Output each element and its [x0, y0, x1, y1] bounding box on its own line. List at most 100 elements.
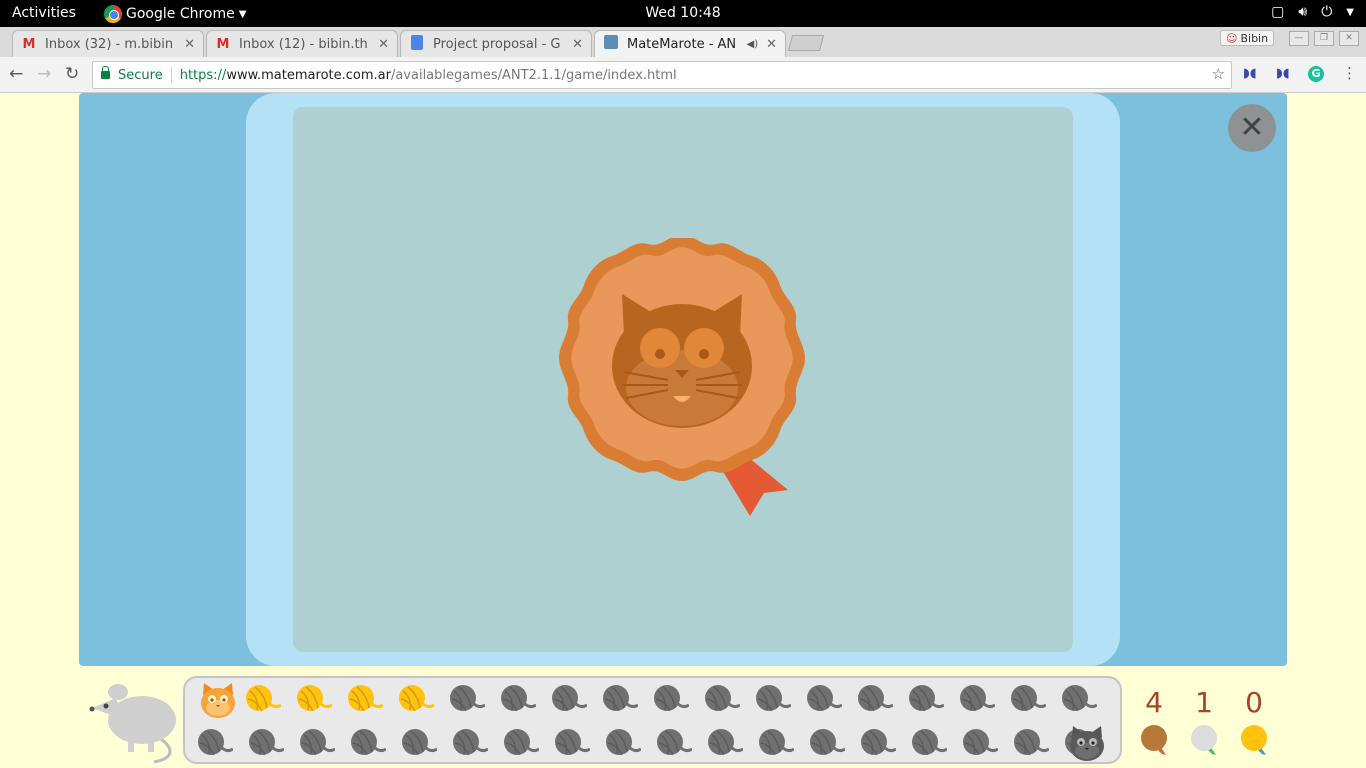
url-host: www.matemarote.com.ar [226, 67, 391, 83]
yarn-ball-icon [552, 685, 587, 712]
progress-row-top [245, 683, 1097, 715]
yarn-ball-icon [657, 729, 692, 756]
yarn-ball-icon [603, 685, 638, 712]
back-icon[interactable]: ← [9, 64, 23, 84]
dark-cat-icon [1070, 726, 1104, 761]
window-icon: ▢ [1271, 4, 1285, 20]
profile-icon: ☺ [1226, 31, 1238, 45]
app-menu-label: Google Chrome [126, 6, 235, 22]
tab-title: Inbox (12) - bibin.th [239, 36, 368, 52]
yarn-ball-icon [1011, 685, 1046, 712]
system-tray[interactable]: ▢ 🔊︎ ⏻ ▼ [1271, 4, 1354, 20]
progress-track [183, 676, 1122, 764]
yarn-ball-collected-icon [348, 685, 383, 712]
yarn-ball-icon [858, 685, 893, 712]
bookmark-star-icon[interactable]: ☆ [1212, 65, 1225, 83]
yarn-ball-icon [654, 685, 689, 712]
lock-icon [101, 66, 110, 79]
profile-name: Bibin [1240, 31, 1269, 45]
system-top-bar: Activities Google Chrome ▼ Wed 10:48 ▢ 🔊… [0, 0, 1366, 27]
yarn-ball-icon [450, 685, 485, 712]
secure-label: Secure [118, 67, 163, 83]
close-icon[interactable]: ✕ [766, 37, 777, 52]
close-icon: ✕ [1239, 110, 1265, 145]
yarn-ball-icon [198, 729, 233, 756]
gold-medal-icon [1241, 725, 1267, 755]
yarn-ball-icon [960, 685, 995, 712]
gmail-icon: M [22, 36, 36, 52]
close-icon[interactable]: ✕ [378, 37, 389, 52]
tab-title: Inbox (32) - m.bibin [45, 36, 174, 52]
audio-icon[interactable]: ◀︎) [747, 39, 759, 50]
power-icon: ⏻ [1321, 4, 1333, 20]
profile-button[interactable]: ☺ Bibin [1220, 30, 1275, 46]
chevron-down-icon: ▼ [1346, 7, 1354, 18]
yarn-ball-icon [1014, 729, 1049, 756]
bronze-count: 4 [1145, 686, 1163, 719]
close-window-button[interactable]: ✕ [1339, 31, 1359, 46]
yarn-ball-icon [300, 729, 335, 756]
tab-inbox-2[interactable]: M Inbox (12) - bibin.th ✕ [206, 30, 398, 57]
yarn-ball-icon [402, 729, 437, 756]
close-icon[interactable]: ✕ [572, 37, 583, 52]
yarn-ball-icon [759, 729, 794, 756]
more-menu-icon[interactable]: ⋮ [1342, 64, 1357, 82]
docs-icon [409, 34, 425, 54]
yarn-ball-icon [861, 729, 896, 756]
url-scheme: https:// [179, 67, 227, 83]
yarn-ball-icon [909, 685, 944, 712]
close-game-button[interactable]: ✕ [1228, 104, 1276, 152]
chevron-down-icon: ▼ [238, 8, 247, 20]
reload-icon[interactable]: ↻ [65, 64, 79, 84]
browser-toolbar: ← → ↻ Secure https:// www.matemarote.com… [0, 57, 1366, 93]
new-tab-button[interactable] [787, 35, 825, 51]
tab-title: MateMarote - AN [627, 36, 737, 52]
yarn-ball-icon [912, 729, 947, 756]
progress-row-bottom [197, 727, 1100, 759]
minimize-button[interactable]: — [1289, 31, 1309, 46]
bronze-medal-icon [1141, 725, 1167, 755]
gold-count: 0 [1245, 686, 1263, 719]
yarn-ball-collected-icon [399, 685, 434, 712]
activities-button[interactable]: Activities [12, 5, 76, 21]
grammarly-icon[interactable]: G [1308, 66, 1324, 82]
address-bar[interactable]: Secure https:// www.matemarote.com.ar /a… [92, 61, 1232, 89]
mouse-icon [89, 684, 176, 764]
maximize-button[interactable]: ❐ [1314, 31, 1334, 46]
yarn-ball-icon [705, 685, 740, 712]
bronze-medal-cat-icon [559, 238, 805, 516]
yarn-ball-icon [501, 685, 536, 712]
close-icon[interactable]: ✕ [184, 37, 195, 52]
tab-title: Project proposal - G [433, 36, 561, 52]
yarn-ball-icon [810, 729, 845, 756]
yarn-ball-icon [606, 729, 641, 756]
extension-mask-icon[interactable]: ◗◖ [1243, 66, 1257, 81]
chrome-icon [104, 5, 122, 23]
tab-inbox-1[interactable]: M Inbox (32) - m.bibin ✕ [12, 30, 204, 57]
orange-cat-icon [201, 683, 235, 718]
divider [170, 67, 172, 83]
tab-project-proposal[interactable]: Project proposal - G ✕ [400, 30, 592, 57]
forward-icon[interactable]: → [37, 64, 51, 84]
yarn-ball-icon [453, 729, 488, 756]
yarn-ball-icon [807, 685, 842, 712]
app-menu[interactable]: Google Chrome ▼ [104, 5, 246, 23]
volume-icon: 🔊︎ [1298, 4, 1308, 20]
yarn-ball-collected-icon [297, 685, 332, 712]
silver-count: 1 [1195, 686, 1213, 719]
yarn-ball-icon [756, 685, 791, 712]
yarn-ball-icon [504, 729, 539, 756]
url-path: /availablegames/ANT2.1.1/game/index.html [390, 67, 677, 83]
yarn-ball-icon [708, 729, 743, 756]
gmail-icon: M [216, 36, 230, 52]
tab-matemarote[interactable]: MateMarote - AN ◀︎) ✕ [594, 30, 786, 57]
tab-strip: M Inbox (32) - m.bibin ✕ M Inbox (12) - … [0, 27, 1366, 57]
yarn-ball-icon [1062, 685, 1097, 712]
silver-medal-icon [1191, 725, 1217, 755]
yarn-ball-collected-icon [246, 685, 281, 712]
yarn-ball-icon [963, 729, 998, 756]
extension-mask-icon[interactable]: ◗◖ [1276, 66, 1290, 81]
yarn-ball-icon [351, 729, 386, 756]
yarn-ball-icon [555, 729, 590, 756]
yarn-ball-icon [249, 729, 284, 756]
